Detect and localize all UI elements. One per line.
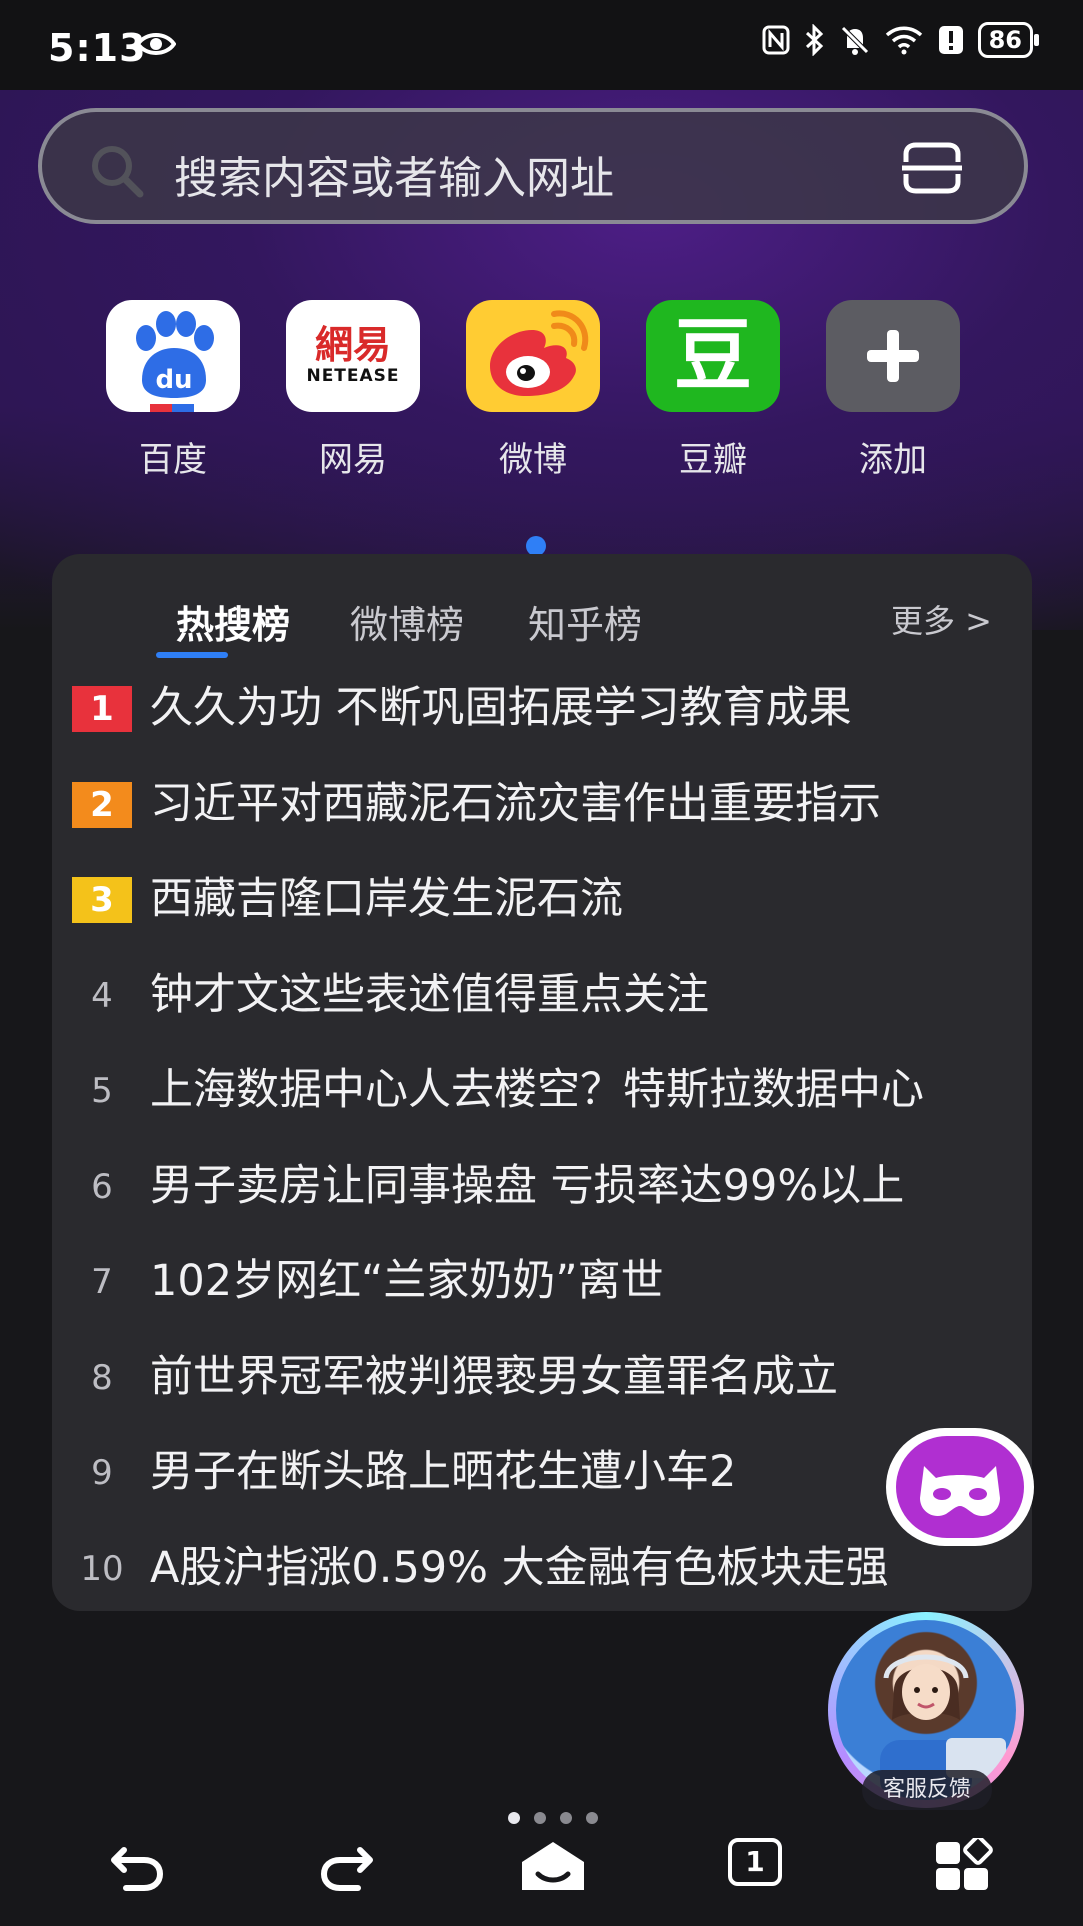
item-title[interactable]: 男子在断头路上晒花生遭小车2 — [150, 1442, 1010, 1502]
rank-number: 5 — [91, 1071, 113, 1111]
shortcut-douban[interactable]: 豆 豆瓣 — [638, 300, 788, 481]
shortcut-label: 添加 — [859, 440, 927, 480]
list-item[interactable]: 7 102岁网红“兰家奶奶”离世 — [52, 1237, 1032, 1333]
rank-badge: 2 — [72, 781, 132, 828]
item-title[interactable]: 西藏吉隆口岸发生泥石流 — [150, 869, 1010, 929]
hot-list: 1 久久为功 不断巩固拓展学习教育成果 2 习近平对西藏泥石流灾害作出重要指示 … — [52, 664, 1032, 1619]
home-icon[interactable] — [518, 1838, 588, 1894]
list-item[interactable]: 9 男子在断头路上晒花生遭小车2 — [52, 1428, 1032, 1524]
tab-zhihu[interactable]: 知乎榜 — [528, 594, 642, 649]
shortcut-weibo[interactable]: 微博 — [458, 300, 608, 481]
alert-icon — [938, 26, 963, 54]
douban-icon: 豆 — [646, 300, 780, 412]
service-label: 客服反馈 — [862, 1770, 992, 1810]
tab-hot-search[interactable]: 热搜榜 — [176, 594, 290, 649]
list-item[interactable]: 8 前世界冠军被判猥亵男女童罪名成立 — [52, 1333, 1032, 1429]
list-item[interactable]: 1 久久为功 不断巩固拓展学习教育成果 — [52, 664, 1032, 760]
active-tab-underline — [156, 652, 228, 658]
shortcut-page-indicator — [526, 536, 546, 556]
page-dot — [560, 1812, 572, 1824]
search-placeholder[interactable]: 搜索内容或者输入网址 — [174, 142, 614, 206]
bluetooth-icon — [805, 24, 823, 56]
list-item[interactable]: 3 西藏吉隆口岸发生泥石流 — [52, 855, 1032, 951]
item-title[interactable]: A股沪指涨0.59% 大金融有色板块走强 — [150, 1538, 1010, 1598]
tab-weibo[interactable]: 微博榜 — [350, 594, 464, 649]
rank-badge: 1 — [72, 686, 132, 732]
battery-icon: 86 — [977, 22, 1040, 58]
weibo-icon — [466, 300, 600, 412]
tabs-icon[interactable]: 1 — [728, 1838, 782, 1886]
item-title[interactable]: 男子卖房让同事操盘 亏损率达99%以上 — [150, 1156, 1010, 1216]
floating-mask-button[interactable] — [886, 1428, 1034, 1546]
rank-number: 8 — [91, 1357, 113, 1398]
rank-badge: 3 — [72, 877, 132, 923]
shortcut-label: 网易 — [319, 440, 387, 480]
list-item[interactable]: 6 男子卖房让同事操盘 亏损率达99%以上 — [52, 1142, 1032, 1238]
status-bar: 5:13 86 — [0, 0, 1083, 90]
item-title[interactable]: 习近平对西藏泥石流灾害作出重要指示 — [150, 774, 1010, 834]
netease-icon: 網易 NETEASE — [286, 300, 420, 412]
rank-number: 10 — [80, 1548, 124, 1589]
back-icon[interactable] — [110, 1838, 166, 1892]
customer-service-button[interactable]: 客服反馈 — [828, 1612, 1028, 1812]
shortcut-label: 微博 — [499, 440, 567, 480]
list-item[interactable]: 5 上海数据中心人去楼空？特斯拉数据中心 — [52, 1046, 1032, 1142]
shortcut-add[interactable]: 添加 — [818, 300, 968, 481]
list-item[interactable]: 4 钟才文这些表述值得重点关注 — [52, 951, 1032, 1047]
item-title[interactable]: 钟才文这些表述值得重点关注 — [150, 965, 1010, 1025]
item-title[interactable]: 久久为功 不断巩固拓展学习教育成果 — [150, 678, 1010, 738]
plus-icon — [826, 300, 960, 412]
shortcut-label: 豆瓣 — [679, 440, 747, 480]
page-dot — [534, 1812, 546, 1824]
more-link[interactable]: 更多 > — [891, 596, 992, 642]
hot-tabs: 热搜榜 微博榜 知乎榜 — [124, 594, 1014, 654]
search-bar[interactable]: 搜索内容或者输入网址 — [38, 108, 1028, 224]
scan-icon[interactable] — [900, 142, 964, 194]
nfc-icon — [762, 25, 790, 55]
rank-number: 6 — [91, 1166, 113, 1207]
hot-search-card: 热搜榜 微博榜 知乎榜 更多 > 1 久久为功 不断巩固拓展学习教育成果 2 习… — [52, 554, 1032, 1611]
status-time: 5:13 — [48, 26, 147, 70]
page-dot-active — [508, 1812, 520, 1824]
menu-grid-icon[interactable] — [934, 1838, 994, 1894]
status-icons: 86 — [762, 22, 1040, 58]
wifi-icon — [885, 26, 922, 55]
list-item[interactable]: 2 习近平对西藏泥石流灾害作出重要指示 — [52, 760, 1032, 856]
mask-icon — [896, 1436, 1024, 1538]
baidu-icon: du — [106, 300, 240, 412]
shortcut-label: 百度 — [139, 440, 207, 480]
list-item[interactable]: 10 A股沪指涨0.59% 大金融有色板块走强 — [52, 1524, 1032, 1620]
svg-text:du: du — [155, 365, 192, 395]
shortcut-baidu[interactable]: du 百度 — [98, 300, 248, 481]
rank-number: 7 — [91, 1262, 113, 1302]
shortcut-netease[interactable]: 網易 NETEASE 网易 — [278, 300, 428, 481]
shortcut-grid: du 百度 網易 NETEASE 网易 微博 豆 豆瓣 添加 — [98, 300, 998, 500]
forward-icon[interactable] — [318, 1838, 374, 1892]
page-indicator — [508, 1812, 598, 1824]
mute-icon — [840, 26, 869, 55]
item-title[interactable]: 前世界冠军被判猥亵男女童罪名成立 — [150, 1347, 1010, 1407]
rank-number: 4 — [91, 975, 113, 1016]
item-title[interactable]: 上海数据中心人去楼空？特斯拉数据中心 — [150, 1060, 1010, 1120]
bottom-nav: 1 — [0, 1830, 1083, 1926]
search-icon — [92, 146, 144, 198]
rank-number: 9 — [91, 1453, 113, 1493]
item-title[interactable]: 102岁网红“兰家奶奶”离世 — [150, 1251, 1010, 1311]
page-dot — [586, 1812, 598, 1824]
eye-icon — [136, 33, 176, 55]
